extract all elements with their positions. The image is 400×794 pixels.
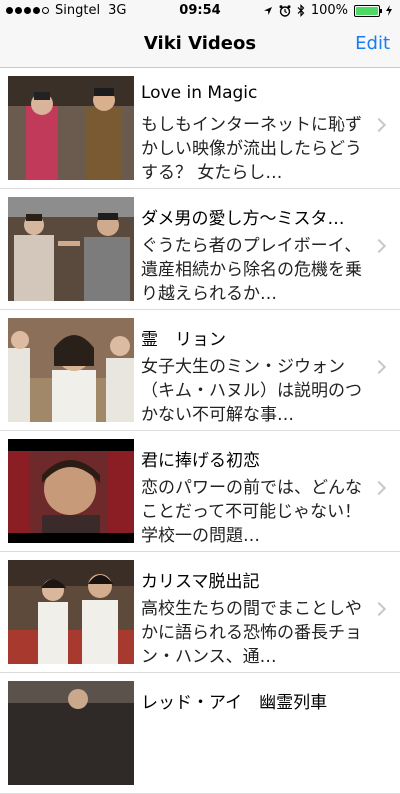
bluetooth-icon	[297, 4, 305, 17]
chevron-right-icon	[371, 601, 387, 617]
status-bar: Singtel 3G 09:54 100%	[0, 0, 400, 20]
video-title: 君に捧げる初恋	[141, 451, 260, 471]
page-title: Viki Videos	[143, 33, 257, 54]
navigation-bar: Viki Videos Edit	[0, 20, 400, 68]
video-description: 高校生たちの間でまことしやかに語られる恐怖の番長チョン・ハンス、通…	[141, 599, 362, 667]
video-description: 恋のパワーの前では、どんなことだって不可能じゃない！ 学校一の問題…	[141, 478, 362, 546]
video-description: 女子大生のミン・ジウォン（キム・ハヌル）は説明のつかない不可解な事…	[141, 357, 362, 425]
chevron-right-icon	[371, 117, 387, 133]
alarm-icon	[279, 4, 291, 17]
battery-icon	[354, 4, 382, 17]
video-row-hatsukoi[interactable]: 君に捧げる初恋 恋のパワーの前では、どんなことだって不可能じゃない！ 学校一の問…	[0, 431, 400, 552]
video-thumbnail	[8, 681, 134, 785]
video-description: もしもインターネットに恥ずかしい映像が流出したらどうする？ 女たらし…	[141, 115, 362, 183]
video-title: ダメ男の愛し方～ミスタ…	[141, 209, 345, 229]
video-title: レッド・アイ 幽霊列車	[141, 693, 328, 713]
chevron-right-icon	[371, 480, 387, 496]
chevron-right-icon	[371, 238, 387, 254]
chevron-right-icon	[371, 359, 387, 375]
video-row-ryon[interactable]: 霊 リョン 女子大生のミン・ジウォン（キム・ハヌル）は説明のつかない不可解な事…	[0, 310, 400, 431]
video-thumbnail	[8, 76, 134, 180]
video-title: 霊 リョン	[141, 330, 226, 350]
location-icon	[263, 6, 272, 15]
video-thumbnail	[8, 318, 134, 422]
video-list: Love in Magic もしもインターネットに恥ずかしい映像が流出したらどう…	[0, 68, 400, 794]
video-thumbnail	[8, 439, 134, 543]
video-row-love-in-magic[interactable]: Love in Magic もしもインターネットに恥ずかしい映像が流出したらどう…	[0, 68, 400, 189]
video-row-charisma[interactable]: カリスマ脱出記 高校生たちの間でまことしやかに語られる恐怖の番長チョン・ハンス、…	[0, 552, 400, 673]
video-thumbnail	[8, 197, 134, 301]
video-description: ぐうたら者のプレイボーイ、遺産相続から除名の危機を乗り越えられるか…	[141, 236, 362, 304]
edit-button[interactable]: Edit	[355, 33, 390, 54]
video-row-red-eye[interactable]: レッド・アイ 幽霊列車	[0, 673, 400, 794]
status-right: 100%	[263, 3, 392, 18]
video-title: Love in Magic	[141, 83, 258, 103]
video-row-dame-otoko[interactable]: ダメ男の愛し方～ミスタ… ぐうたら者のプレイボーイ、遺産相続から除名の危機を乗り…	[0, 189, 400, 310]
charging-icon	[386, 5, 392, 16]
video-thumbnail	[8, 560, 134, 664]
battery-percent: 100%	[310, 3, 348, 18]
video-title: カリスマ脱出記	[141, 572, 260, 592]
